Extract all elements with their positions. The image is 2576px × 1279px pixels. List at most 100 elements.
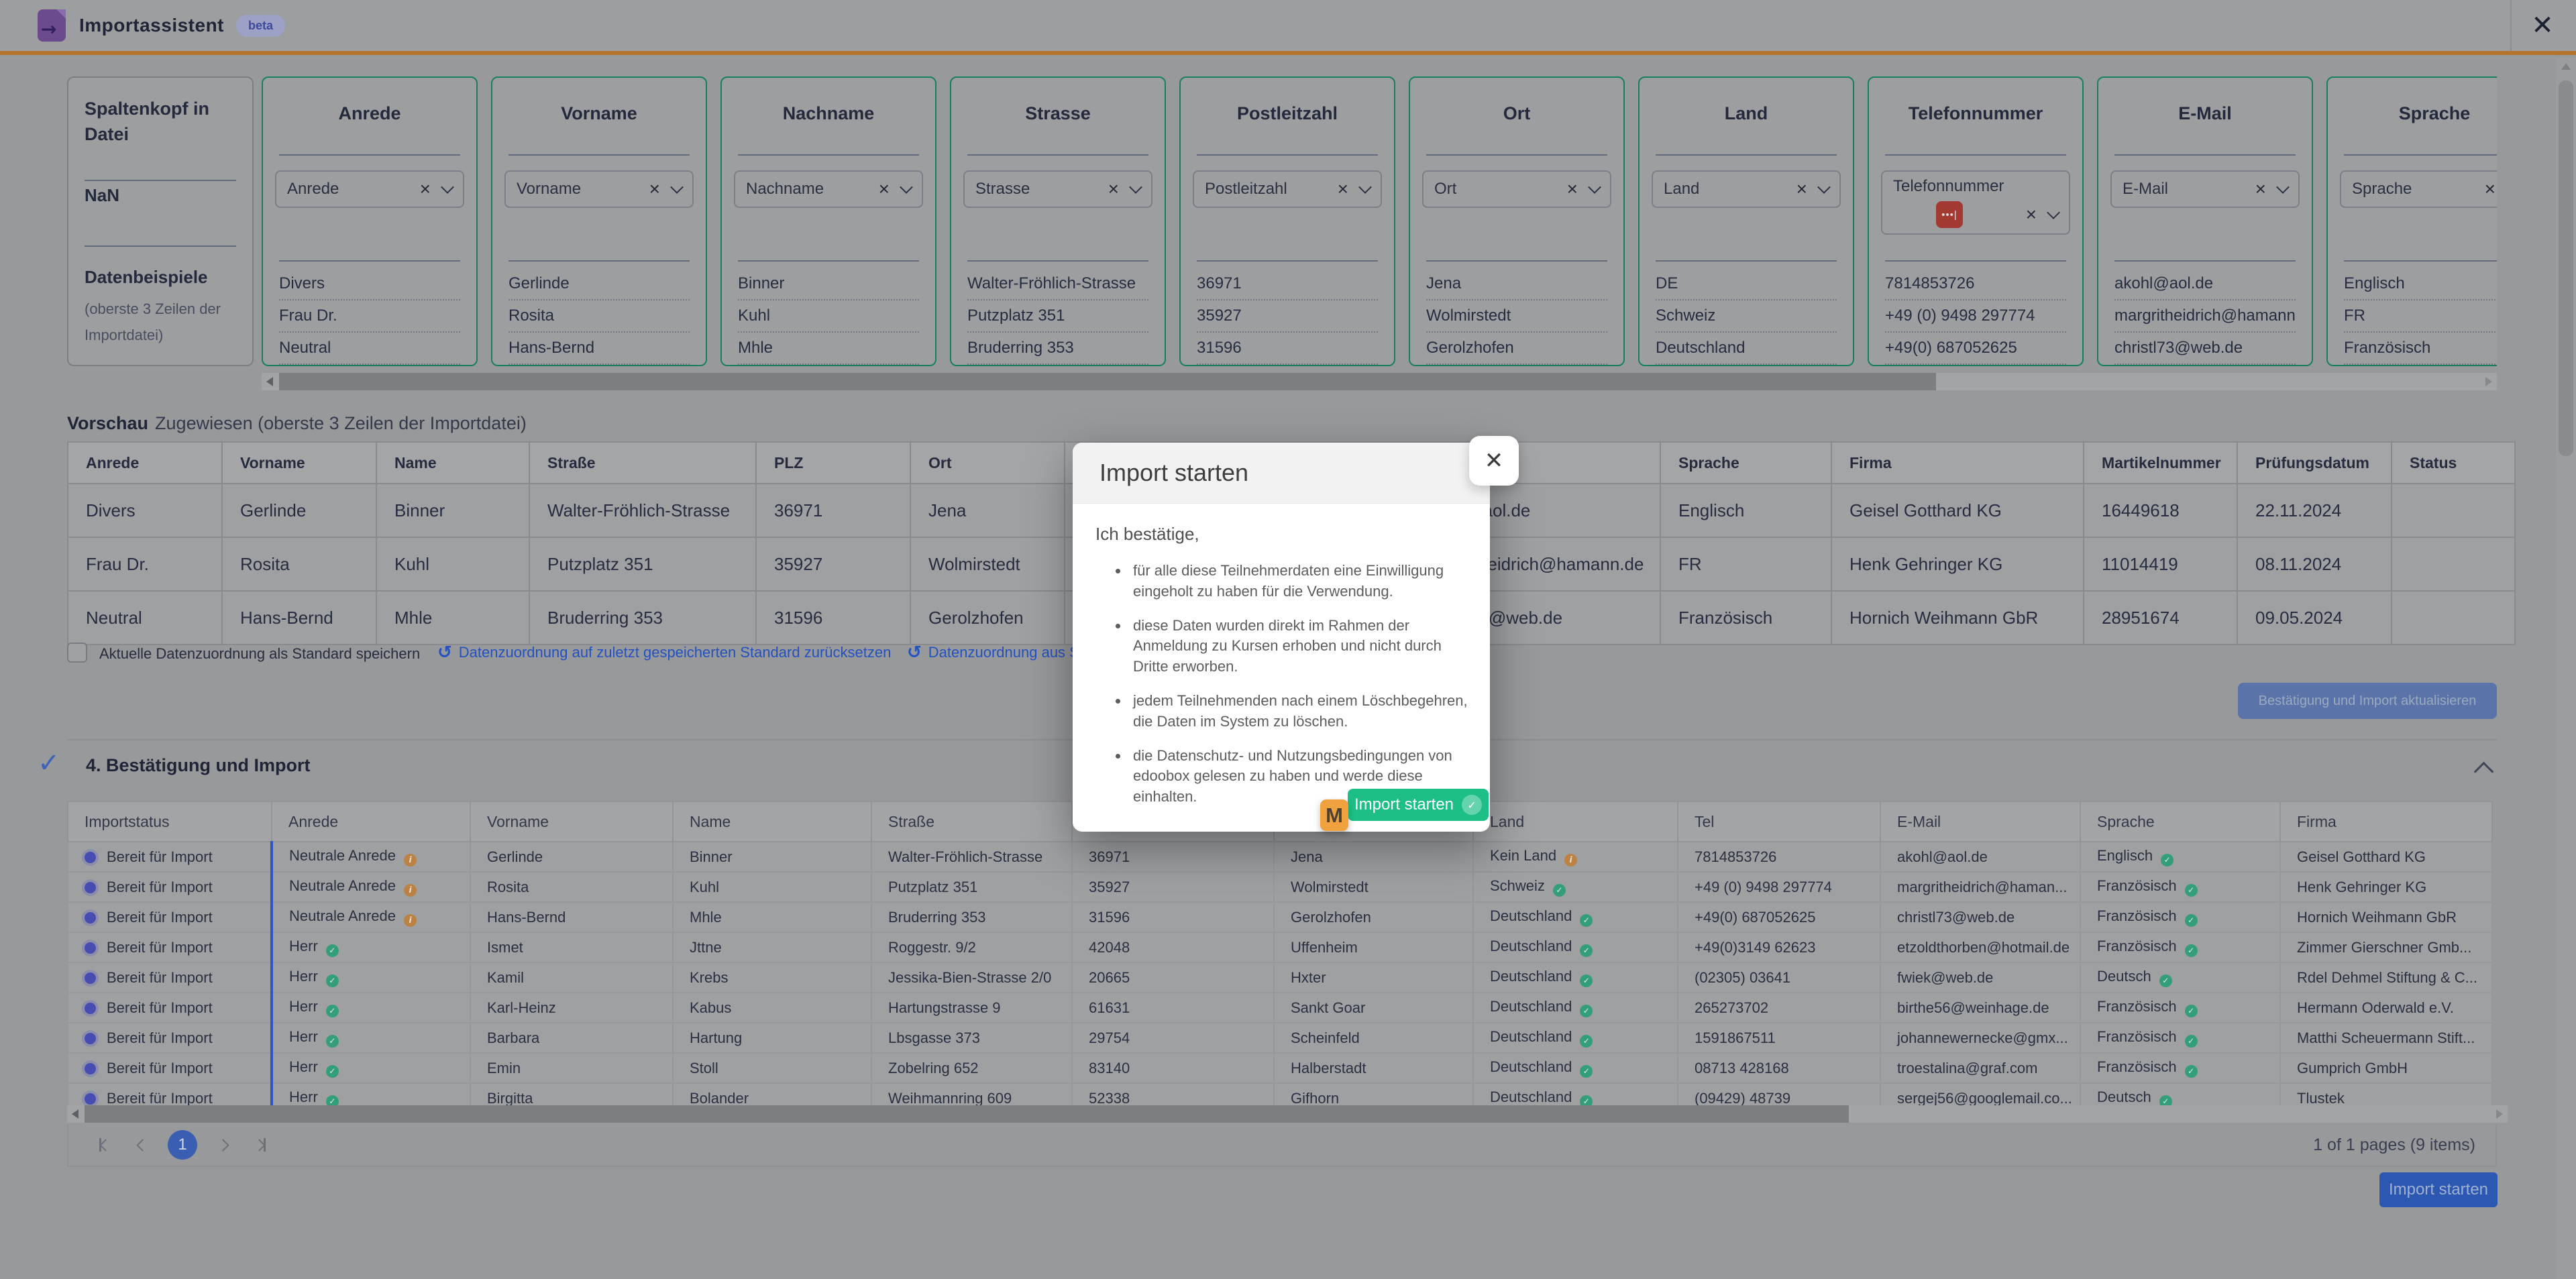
cell: Halberstadt	[1274, 1053, 1473, 1083]
clear-selection-icon[interactable]	[1108, 180, 1119, 199]
column-select[interactable]: Nachname	[734, 170, 923, 208]
save-default-label: Aktuelle Datenzuordnung als Standard spe…	[99, 645, 420, 663]
sample-row: Divers	[279, 268, 460, 300]
cell	[2392, 591, 2515, 645]
cell: Sankt Goar	[1274, 993, 1473, 1023]
clear-selection-icon[interactable]	[2255, 180, 2266, 199]
sample-row: Mhle	[738, 333, 919, 365]
import-start-button[interactable]: Import starten	[2379, 1172, 2498, 1207]
table-horizontal-scrollbar[interactable]	[67, 1105, 2508, 1123]
scrollbar-thumb[interactable]	[2559, 80, 2573, 456]
column-header: Land	[1473, 801, 1678, 842]
scrollbar-thumb[interactable]	[279, 373, 1936, 390]
clear-selection-icon[interactable]	[2485, 180, 2496, 199]
window-close-button[interactable]	[2524, 8, 2561, 43]
chevron-down-icon[interactable]	[2276, 180, 2290, 194]
column-header: Straße	[529, 442, 756, 484]
column-select[interactable]: Telefonnummer	[1881, 170, 2070, 235]
cell: fwiek@web.de	[1880, 962, 2080, 993]
column-select[interactable]: Land	[1652, 170, 1841, 208]
cell: Bruderring 353	[529, 591, 756, 645]
sample-values: 7814853726 +49 (0) 9498 297774 +49(0) 68…	[1885, 268, 2066, 365]
cell: Zobelring 652	[871, 1053, 1072, 1083]
chevron-down-icon[interactable]	[1358, 180, 1372, 194]
cell: Englisch	[1660, 484, 1831, 537]
sprache-flag-icon	[2185, 1065, 2198, 1078]
chevron-down-icon[interactable]	[670, 180, 684, 194]
clear-selection-icon[interactable]	[2026, 205, 2037, 224]
sprache-flag-icon	[2185, 1005, 2198, 1017]
chevron-down-icon[interactable]	[900, 180, 913, 194]
dialog-close-button[interactable]	[1469, 436, 1519, 486]
clear-selection-icon[interactable]	[879, 180, 890, 199]
cell: Mhle	[376, 591, 529, 645]
current-page-button[interactable]: 1	[168, 1130, 197, 1160]
clear-selection-icon[interactable]	[1796, 180, 1807, 199]
column-select[interactable]: Sprache	[2340, 170, 2497, 208]
update-confirmation-button[interactable]: Bestätigung und Import aktualisieren	[2238, 683, 2497, 719]
scroll-right-icon[interactable]	[2496, 1109, 2503, 1119]
chevron-down-icon[interactable]	[1588, 180, 1601, 194]
save-default-checkbox[interactable]	[67, 643, 87, 663]
cell: +49 (0) 9498 297774	[1678, 872, 1880, 902]
clear-selection-icon[interactable]	[1338, 180, 1348, 199]
divider	[2114, 154, 2296, 156]
column-select[interactable]: Strasse	[963, 170, 1152, 208]
collapse-section-icon[interactable]	[2474, 762, 2494, 782]
cell: Roggestr. 9/2	[871, 932, 1072, 962]
sample-row: DE	[1656, 268, 1837, 300]
column-header: Vorname	[222, 442, 376, 484]
land-flag-icon	[1564, 854, 1577, 867]
chevron-down-icon[interactable]	[1817, 180, 1831, 194]
reset-mapping-link[interactable]: Datenzuordnung auf zuletzt gespeicherten…	[437, 644, 891, 661]
column-select[interactable]: Anrede	[275, 170, 464, 208]
column-header: Importstatus	[68, 801, 272, 842]
scroll-left-icon[interactable]	[72, 1109, 78, 1119]
mapping-card: Vorname Vorname Gerlinde Rosita Hans-Ber…	[491, 76, 707, 366]
next-page-button[interactable]	[204, 1126, 241, 1164]
cell: Putzplatz 351	[871, 872, 1072, 902]
cell: 09.05.2024	[2237, 591, 2392, 645]
status-dot-icon	[85, 852, 96, 863]
column-header: Firma	[1831, 442, 2084, 484]
sprache-cell: Englisch	[2080, 842, 2280, 872]
cell: Hornich Weihmann GbR	[2280, 902, 2492, 932]
cell: Barbara	[470, 1023, 673, 1053]
anrede-flag-icon	[404, 854, 417, 867]
chevron-down-icon[interactable]	[2047, 206, 2060, 219]
scroll-left-icon[interactable]	[266, 377, 273, 386]
column-select[interactable]: E-Mail	[2110, 170, 2300, 208]
column-select[interactable]: Postleitzahl	[1193, 170, 1382, 208]
sample-row: Englisch	[2344, 268, 2497, 300]
scroll-right-icon[interactable]	[2485, 377, 2492, 386]
land-cell: Deutschland	[1473, 1053, 1678, 1083]
column-header: Sprache	[2080, 801, 2280, 842]
sample-row: Frau Dr.	[279, 300, 460, 333]
clear-selection-icon[interactable]	[420, 180, 431, 199]
divider	[738, 154, 919, 156]
sprache-cell: Französisch	[2080, 872, 2280, 902]
clear-selection-icon[interactable]	[1567, 180, 1578, 199]
first-page-button[interactable]	[86, 1126, 123, 1164]
cell: Jessika-Bien-Strasse 2/0	[871, 962, 1072, 993]
last-page-button[interactable]	[241, 1126, 279, 1164]
column-select[interactable]: Ort	[1422, 170, 1611, 208]
scrollbar-thumb[interactable]	[85, 1105, 1849, 1123]
vertical-scrollbar[interactable]	[2556, 58, 2576, 1279]
cell: 22.11.2024	[2237, 484, 2392, 537]
column-header: Name	[376, 442, 529, 484]
status-dot-icon	[85, 882, 96, 893]
previous-page-button[interactable]	[123, 1126, 161, 1164]
sample-row: Hans-Bernd	[508, 333, 690, 365]
chevron-down-icon[interactable]	[441, 180, 454, 194]
anrede-cell: Herr	[272, 962, 470, 993]
anrede-flag-icon	[326, 944, 339, 957]
scroll-up-icon[interactable]	[2561, 63, 2571, 70]
clear-selection-icon[interactable]	[649, 180, 660, 199]
chevron-down-icon[interactable]	[1129, 180, 1142, 194]
confirm-import-button[interactable]: Import starten	[1348, 789, 1489, 821]
column-select[interactable]: Vorname	[504, 170, 694, 208]
cards-horizontal-scrollbar[interactable]	[262, 373, 2497, 390]
divider	[1197, 260, 1378, 262]
cell: Lbsgasse 373	[871, 1023, 1072, 1053]
